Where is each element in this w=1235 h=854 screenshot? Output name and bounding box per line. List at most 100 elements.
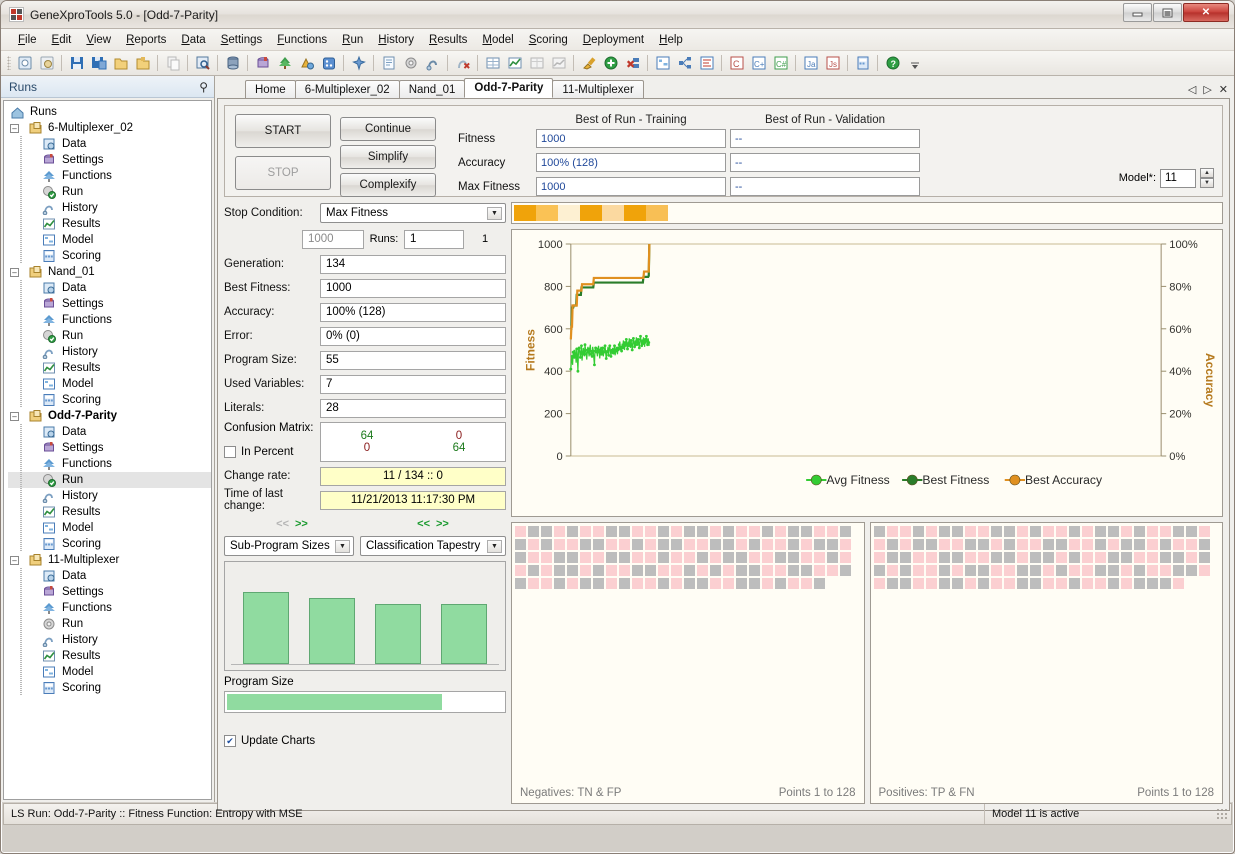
code-javascript-icon[interactable]: Js [822, 53, 843, 73]
chevron-down-icon[interactable]: ▼ [487, 207, 502, 220]
chevron-down-icon[interactable]: ▼ [487, 540, 502, 553]
tree-item-odd-7-parity-results[interactable]: Results [8, 504, 211, 520]
tree-item-6-multiplexer-02-run[interactable]: Run [8, 184, 211, 200]
max-generations-input[interactable]: 1000 [302, 229, 364, 249]
copy-icon[interactable] [162, 53, 183, 73]
tab-6-multiplexer-02[interactable]: 6-Multiplexer_02 [294, 80, 400, 98]
tab-11-multiplexer[interactable]: 11-Multiplexer [552, 80, 644, 98]
menu-item-view[interactable]: View [79, 31, 118, 49]
tree-item-6-multiplexer-02-results[interactable]: Results [8, 216, 211, 232]
tree-item-odd-7-parity-model[interactable]: Model [8, 520, 211, 536]
save-icon[interactable] [66, 53, 87, 73]
tree-item-odd-7-parity-data[interactable]: Data [8, 424, 211, 440]
menu-item-data[interactable]: Data [174, 31, 212, 49]
tree-item-6-multiplexer-02-history[interactable]: History [8, 200, 211, 216]
training-max-fitness[interactable]: 1000 [536, 177, 726, 196]
menu-item-edit[interactable]: Edit [45, 31, 79, 49]
tree-item-11-multiplexer-model[interactable]: Model [8, 664, 211, 680]
simplify-button[interactable]: Simplify [340, 145, 436, 169]
database-icon[interactable] [222, 53, 243, 73]
code-c-icon[interactable]: C [726, 53, 747, 73]
tree-group-nand-01[interactable]: – Nand_01 [8, 264, 211, 280]
help-icon[interactable]: ? [882, 53, 903, 73]
right-chart-select[interactable]: Classification Tapestry ▼ [360, 536, 506, 556]
right-chart-prev[interactable]: << [417, 518, 430, 534]
grid-table-icon[interactable] [482, 53, 503, 73]
positives-tapestry[interactable]: Positives: TP & FN Points 1 to 128 [869, 522, 1223, 804]
chart-alt-icon[interactable] [548, 53, 569, 73]
training-accuracy[interactable]: 100% (128) [536, 153, 726, 172]
menu-item-scoring[interactable]: Scoring [522, 31, 575, 49]
settings-gear-icon[interactable] [400, 53, 421, 73]
code-cpp-icon[interactable]: C+ [748, 53, 769, 73]
tree-item-nand-01-settings[interactable]: Settings [8, 296, 211, 312]
tree-expander[interactable]: – [10, 411, 19, 421]
toolbar-grip[interactable] [7, 56, 11, 70]
left-chart-select[interactable]: Sub-Program Sizes ▼ [224, 536, 354, 556]
pin-icon[interactable]: ⚲ [199, 80, 208, 94]
tree-item-nand-01-functions[interactable]: Functions [8, 312, 211, 328]
random-numerical-constants-icon[interactable] [318, 53, 339, 73]
in-percent-checkbox[interactable] [224, 446, 236, 458]
data-import-icon[interactable] [252, 53, 273, 73]
tree-item-6-multiplexer-02-model[interactable]: Model [8, 232, 211, 248]
menu-item-help[interactable]: Help [652, 31, 690, 49]
tree-item-6-multiplexer-02-data[interactable]: Data [8, 136, 211, 152]
tree-item-11-multiplexer-history[interactable]: History [8, 632, 211, 648]
model-spin-up[interactable]: ▲ [1200, 168, 1214, 178]
start-button[interactable]: START [235, 114, 331, 148]
model-tree-icon[interactable] [652, 53, 673, 73]
tree-expander[interactable]: – [10, 267, 19, 277]
validation-accuracy[interactable]: -- [730, 153, 920, 172]
left-chart-next[interactable]: >> [295, 518, 308, 534]
tree-item-11-multiplexer-scoring[interactable]: Scoring [8, 680, 211, 696]
paint-brush-icon[interactable] [578, 53, 599, 73]
close-button[interactable]: ✕ [1183, 3, 1229, 22]
tree-expander[interactable]: – [10, 123, 19, 133]
resize-grip[interactable] [1216, 808, 1228, 820]
menu-item-run[interactable]: Run [335, 31, 370, 49]
menu-item-reports[interactable]: Reports [119, 31, 173, 49]
tree-item-11-multiplexer-results[interactable]: Results [8, 648, 211, 664]
menu-item-history[interactable]: History [371, 31, 421, 49]
preview-icon[interactable] [192, 53, 213, 73]
functions-tree-icon[interactable] [274, 53, 295, 73]
negatives-tapestry[interactable]: Negatives: TN & FP Points 1 to 128 [511, 522, 865, 804]
menu-item-results[interactable]: Results [422, 31, 474, 49]
tree-item-odd-7-parity-history[interactable]: History [8, 488, 211, 504]
validation-max-fitness[interactable]: -- [730, 177, 920, 196]
runs-input[interactable]: 1 [404, 229, 464, 249]
new-file-icon[interactable] [14, 53, 35, 73]
tree-item-11-multiplexer-functions[interactable]: Functions [8, 600, 211, 616]
tree-item-nand-01-history[interactable]: History [8, 344, 211, 360]
right-chart-next[interactable]: >> [436, 518, 449, 534]
model-graph-icon[interactable] [674, 53, 695, 73]
tree-item-nand-01-model[interactable]: Model [8, 376, 211, 392]
tree-item-11-multiplexer-data[interactable]: Data [8, 568, 211, 584]
model-number-input[interactable]: 11 [1160, 168, 1196, 188]
tree-item-11-multiplexer-run[interactable]: Run [8, 616, 211, 632]
tree-group-11-multiplexer[interactable]: – 11-Multiplexer [8, 552, 211, 568]
menu-item-file[interactable]: File [11, 31, 44, 49]
menu-item-model[interactable]: Model [475, 31, 520, 49]
tree-item-11-multiplexer-settings[interactable]: Settings [8, 584, 211, 600]
clear-history-icon[interactable]: ✖ [452, 53, 473, 73]
open-recent-icon[interactable] [36, 53, 57, 73]
new-report-icon[interactable] [378, 53, 399, 73]
open-folder-icon[interactable] [110, 53, 131, 73]
tab-prev-button[interactable]: ◁ [1188, 83, 1196, 96]
tree-item-nand-01-run[interactable]: Run [8, 328, 211, 344]
chevron-down-icon[interactable]: ▼ [335, 540, 350, 553]
continue-button[interactable]: Continue [340, 117, 436, 141]
left-chart-prev[interactable]: << [276, 518, 289, 534]
scoring-icon[interactable] [852, 53, 873, 73]
menu-item-settings[interactable]: Settings [214, 31, 270, 49]
menu-item-functions[interactable]: Functions [270, 31, 334, 49]
maximize-button[interactable] [1153, 3, 1182, 22]
minimize-button[interactable] [1123, 3, 1152, 22]
tree-group-6-multiplexer-02[interactable]: – 6-Multiplexer_02 [8, 120, 211, 136]
tree-item-odd-7-parity-settings[interactable]: Settings [8, 440, 211, 456]
open-folder-alt-icon[interactable] [132, 53, 153, 73]
tree-item-odd-7-parity-scoring[interactable]: Scoring [8, 536, 211, 552]
complexify-button[interactable]: Complexify [340, 173, 436, 197]
